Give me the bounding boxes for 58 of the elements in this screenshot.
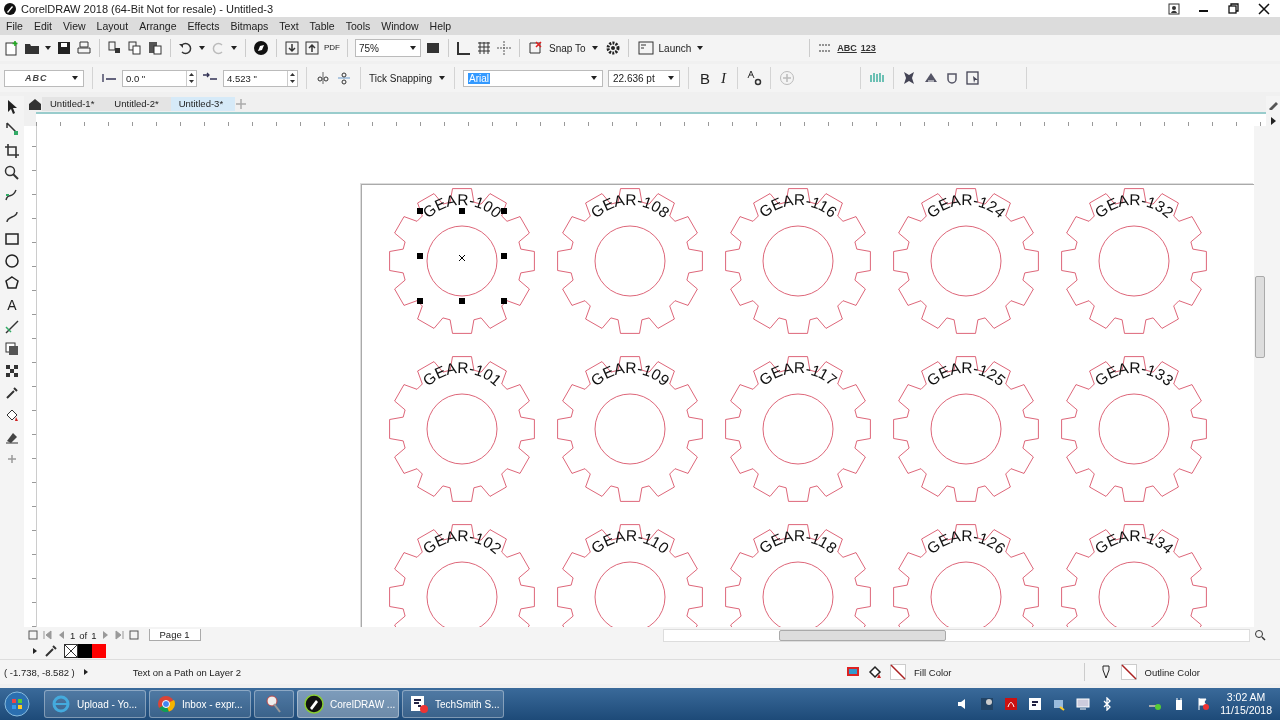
- gear-label: GEAR-118: [755, 526, 841, 557]
- page-total: 1: [91, 629, 97, 641]
- clock-time: 3:02 AM: [1226, 691, 1266, 704]
- menu-item[interactable]: Help: [424, 20, 458, 32]
- zoom-level-field[interactable]: 75%: [355, 39, 421, 57]
- object-info: Text on a Path on Layer 2: [132, 666, 242, 678]
- font-size-dropdown[interactable]: 22.636 pt: [608, 69, 680, 87]
- menu-item[interactable]: Edit: [28, 20, 58, 32]
- fill-color-label: Fill Color: [914, 666, 952, 678]
- snap-to-dropdown[interactable]: Snap To: [547, 42, 601, 54]
- bold-button[interactable]: B: [697, 69, 713, 87]
- taskbar-button[interactable]: TechSmith S...: [402, 690, 504, 718]
- text-style-dropdown[interactable]: ABC: [4, 69, 84, 87]
- clock-date: 11/15/2018: [1220, 704, 1272, 717]
- menu-item[interactable]: Bitmaps: [225, 20, 275, 32]
- gear-label: GEAR-116: [755, 190, 841, 221]
- menu-item[interactable]: Effects: [182, 20, 226, 32]
- taskbar-button[interactable]: Upload - Yo...: [44, 690, 146, 718]
- page-of-label: of: [79, 629, 88, 641]
- menu-item[interactable]: View: [58, 20, 92, 32]
- text-tool-button[interactable]: A: [7, 297, 17, 313]
- document-tab[interactable]: Untitled-3*: [170, 97, 236, 111]
- distance-field[interactable]: 4.523 ": [223, 69, 298, 87]
- tick-snapping-dropdown[interactable]: Tick Snapping: [369, 72, 446, 84]
- gear-label: GEAR-108: [587, 190, 673, 222]
- menu-item[interactable]: Layout: [91, 20, 135, 32]
- launch-dropdown[interactable]: Launch: [635, 40, 707, 56]
- taskbar-button[interactable]: Inbox - expr...: [149, 690, 251, 718]
- publish-pdf-button[interactable]: PDF: [324, 44, 340, 52]
- gear-label: GEAR-134: [1091, 526, 1177, 558]
- document-tab[interactable]: Untitled-2*: [106, 97, 171, 111]
- window-title: CorelDRAW 2018 (64-Bit Not for resale) - Untitled-3: [21, 2, 275, 15]
- menu-item[interactable]: Text: [274, 20, 305, 32]
- menu-item[interactable]: Window: [376, 20, 425, 32]
- gear-label: GEAR-110: [587, 526, 673, 557]
- menu-item[interactable]: Tools: [340, 20, 377, 32]
- gear-label: GEAR-102: [419, 526, 505, 558]
- italic-button[interactable]: I: [718, 69, 729, 87]
- gear-label: GEAR-117: [755, 358, 841, 389]
- gear-label: GEAR-100: [419, 190, 505, 222]
- uppercase-button[interactable]: ABC: [837, 43, 857, 53]
- numerals-button[interactable]: 123: [860, 43, 876, 53]
- gear-label: GEAR-125: [923, 358, 1009, 390]
- gear-label: GEAR-133: [1091, 358, 1177, 390]
- gear-label: GEAR-101: [419, 358, 505, 390]
- menu-item[interactable]: File: [1, 20, 29, 32]
- menu-item[interactable]: Arrange: [134, 20, 183, 32]
- gear-label: GEAR-109: [587, 358, 673, 390]
- page-number: 1: [70, 629, 76, 641]
- offset-field[interactable]: 0.0 ": [122, 69, 197, 87]
- outline-color-label: Outline Color: [1144, 666, 1200, 678]
- page-tab[interactable]: Page 1: [148, 629, 201, 641]
- menu-item[interactable]: Table: [304, 20, 341, 32]
- gear-label: GEAR-124: [923, 190, 1009, 222]
- gear-label: GEAR-126: [923, 526, 1009, 558]
- document-tab[interactable]: Untitled-1*: [42, 97, 107, 111]
- cursor-coordinates: ( -1.738, -8.582 ): [4, 666, 75, 678]
- gear-label: GEAR-132: [1091, 190, 1177, 222]
